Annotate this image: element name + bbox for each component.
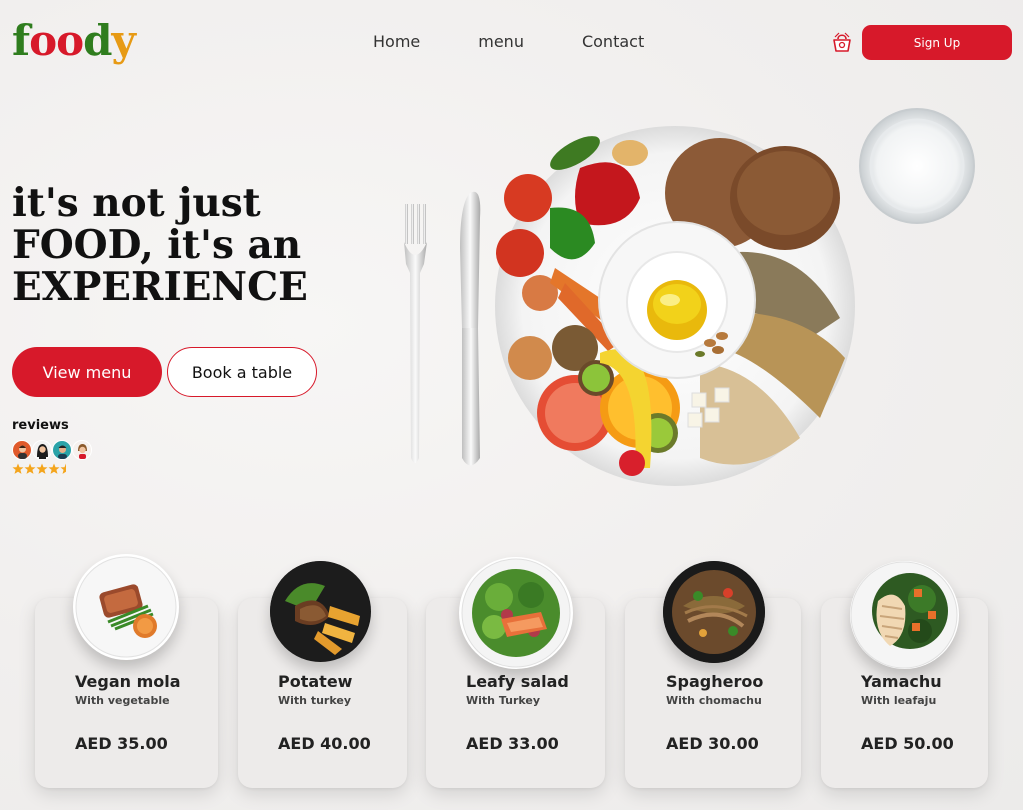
dish-price: AED 30.00 <box>666 734 759 753</box>
avatar <box>32 440 52 460</box>
avatar <box>52 440 72 460</box>
dish-name: Vegan mola <box>75 672 181 691</box>
book-table-button[interactable]: Book a table <box>167 347 317 397</box>
hero-title-line: EXPERIENCE <box>12 264 308 310</box>
logo-letter: d <box>83 16 112 65</box>
view-menu-button[interactable]: View menu <box>12 347 162 397</box>
dish-image <box>663 561 765 663</box>
dish-subtitle: With leafaju <box>861 694 937 707</box>
logo-letter: o <box>56 16 84 65</box>
shopping-basket-icon[interactable] <box>832 31 852 53</box>
logo-letter: f <box>12 16 30 65</box>
dish-image <box>459 557 573 669</box>
dish-price: AED 35.00 <box>75 734 168 753</box>
avatar <box>12 440 32 460</box>
dish-name: Potatew <box>278 672 353 691</box>
rating-stars <box>12 463 72 478</box>
hero-title: it's not just FOOD, it's an EXPERIENCE <box>12 182 332 308</box>
foody-logo[interactable]: foody <box>12 20 136 62</box>
reviews-label: reviews <box>12 418 69 433</box>
dish-image <box>270 561 371 662</box>
knife-icon <box>460 191 481 466</box>
avatar <box>72 440 92 460</box>
main-nav: Home menu Contact <box>373 32 644 51</box>
hero-title-line: it's not just <box>12 180 261 226</box>
sign-up-button[interactable]: Sign Up <box>862 25 1012 60</box>
nav-contact-link[interactable]: Contact <box>582 32 644 51</box>
dish-image <box>850 561 959 669</box>
dish-subtitle: With turkey <box>278 694 351 707</box>
dish-image <box>73 554 179 660</box>
hero-title-line: FOOD, it's an <box>12 222 302 268</box>
dish-subtitle: With vegetable <box>75 694 170 707</box>
dish-name: Leafy salad <box>466 672 569 691</box>
dish-price: AED 33.00 <box>466 734 559 753</box>
nav-home-link[interactable]: Home <box>373 32 420 51</box>
nav-menu-link[interactable]: menu <box>478 32 524 51</box>
fork-icon <box>404 204 427 463</box>
reviewer-avatars <box>12 440 92 460</box>
dish-price: AED 40.00 <box>278 734 371 753</box>
dish-name: Yamachu <box>861 672 942 691</box>
hero-food-plate-image <box>400 108 980 498</box>
dish-price: AED 50.00 <box>861 734 954 753</box>
dish-subtitle: With Turkey <box>466 694 541 707</box>
logo-letter: o <box>29 16 57 65</box>
logo-letter: y <box>111 16 135 65</box>
dish-subtitle: With chomachu <box>666 694 762 707</box>
dish-name: Spagheroo <box>666 672 764 691</box>
